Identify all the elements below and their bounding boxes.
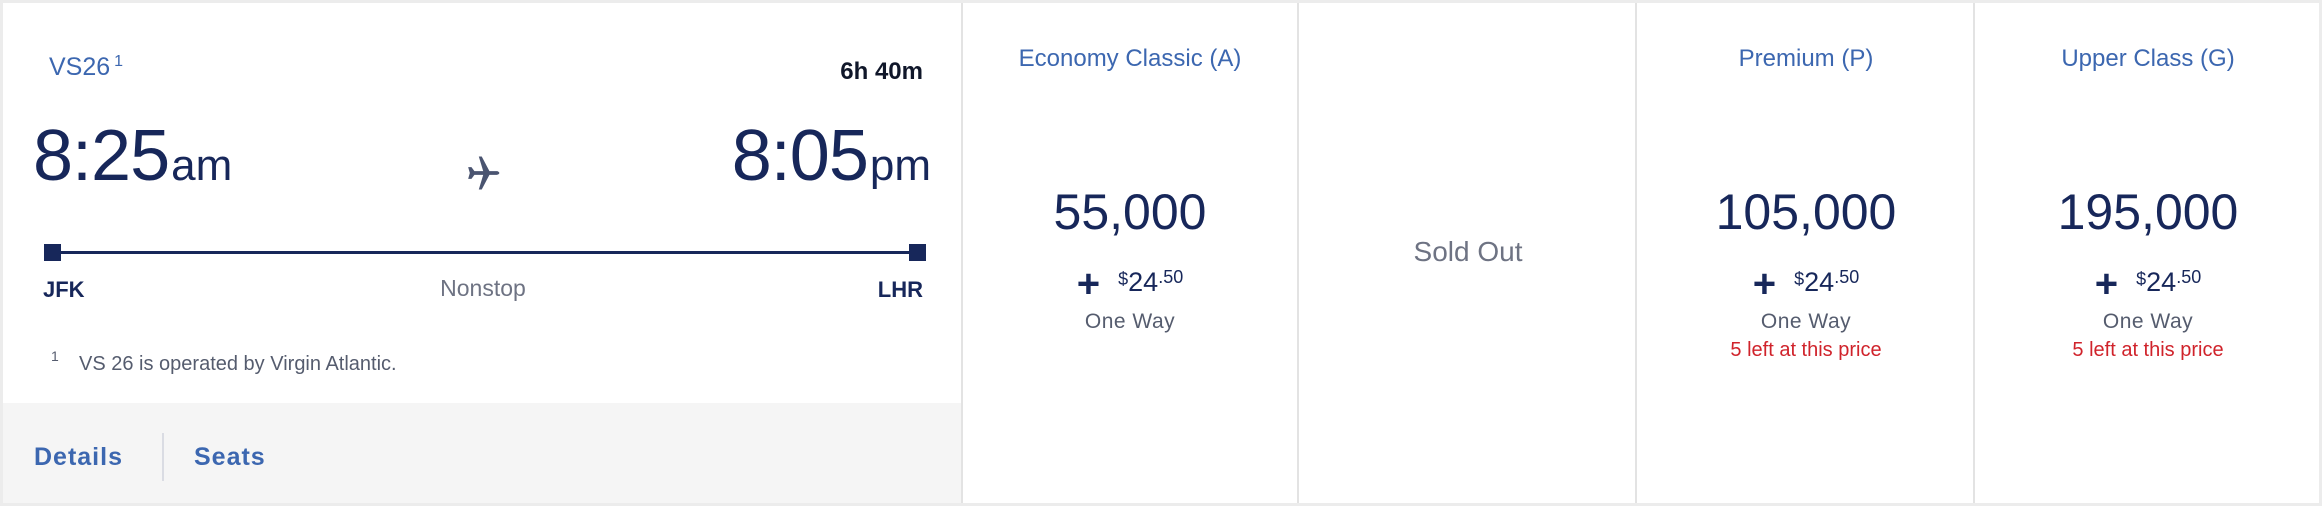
destination-marker bbox=[909, 244, 926, 261]
plus-icon: + bbox=[2094, 262, 2119, 306]
seats-remaining-notice: 5 left at this price bbox=[2072, 339, 2224, 361]
airplane-icon bbox=[468, 156, 500, 190]
flight-number-group: VS26 1 bbox=[49, 53, 123, 82]
fee-cents: .50 bbox=[1158, 267, 1184, 287]
operator-footnote: VS 26 is operated by Virgin Atlantic. bbox=[79, 353, 397, 375]
fare-trip-type: One Way bbox=[1084, 310, 1176, 333]
fee-currency: $ bbox=[2136, 269, 2147, 289]
fare-title: Upper Class (G) bbox=[2061, 45, 2235, 72]
fare-title: Premium (P) bbox=[1738, 45, 1874, 72]
fee-amount: 24 bbox=[2146, 267, 2177, 297]
stops-label: Nonstop bbox=[440, 275, 526, 301]
details-button[interactable]: Details bbox=[34, 443, 123, 472]
flight-duration: 6h 40m bbox=[840, 58, 923, 85]
fare-fees: + $24.50 bbox=[1639, 256, 1973, 306]
sold-out-label: Sold Out bbox=[1413, 236, 1523, 267]
flight-number-link[interactable]: VS26 bbox=[49, 53, 110, 81]
fee-cents: .50 bbox=[2176, 267, 2202, 287]
seats-remaining-notice: 5 left at this price bbox=[1730, 339, 1882, 361]
arrival-time-value: 8:05 bbox=[731, 116, 869, 196]
fare-trip-type: One Way bbox=[1760, 310, 1852, 333]
fee-currency: $ bbox=[1118, 269, 1129, 289]
fare-miles: 195,000 bbox=[2057, 184, 2239, 240]
departure-time-value: 8:25 bbox=[33, 116, 170, 196]
flight-info-panel: VS26 1 6h 40m 8:25am 8:05pm JFK Nonstop L… bbox=[3, 3, 963, 503]
footnote-number: 1 bbox=[51, 348, 59, 364]
footnote-marker: 1 bbox=[114, 52, 124, 70]
departure-time: 8:25am bbox=[33, 115, 232, 197]
fare-miles: 55,000 bbox=[1053, 184, 1207, 240]
arrival-time: 8:05pm bbox=[732, 115, 931, 197]
fare-miles: 105,000 bbox=[1715, 184, 1897, 240]
departure-time-suffix: am bbox=[171, 141, 233, 190]
plus-icon: + bbox=[1076, 262, 1101, 306]
fare-fees: + $24.50 bbox=[1977, 256, 2319, 306]
fee-cents: .50 bbox=[1834, 267, 1860, 287]
fare-premium[interactable]: Premium (P) 105,000 + $24.50 One Way 5 le… bbox=[1639, 3, 1975, 503]
fare-trip-type: One Way bbox=[2102, 310, 2194, 333]
fee-amount: 24 bbox=[1804, 267, 1835, 297]
flight-result-card: VS26 1 6h 40m 8:25am 8:05pm JFK Nonstop L… bbox=[3, 3, 2319, 503]
action-divider bbox=[162, 433, 164, 481]
seats-button[interactable]: Seats bbox=[194, 443, 266, 472]
fare-upper-class[interactable]: Upper Class (G) 195,000 + $24.50 One Way … bbox=[1977, 3, 2319, 503]
fare-title: Economy Classic (A) bbox=[1018, 45, 1242, 72]
route-line bbox=[53, 251, 919, 254]
destination-airport: LHR bbox=[877, 277, 923, 302]
fare-fees: + $24.50 bbox=[963, 256, 1297, 306]
flight-action-bar: Details Seats bbox=[3, 403, 961, 503]
fee-currency: $ bbox=[1794, 269, 1805, 289]
plus-icon: + bbox=[1752, 262, 1777, 306]
fee-amount: 24 bbox=[1128, 267, 1159, 297]
fare-sold-out: Sold Out bbox=[1301, 3, 1637, 503]
arrival-time-suffix: pm bbox=[869, 141, 931, 190]
fare-economy-classic[interactable]: Economy Classic (A) 55,000 + $24.50 One W… bbox=[963, 3, 1299, 503]
origin-marker bbox=[44, 244, 61, 261]
